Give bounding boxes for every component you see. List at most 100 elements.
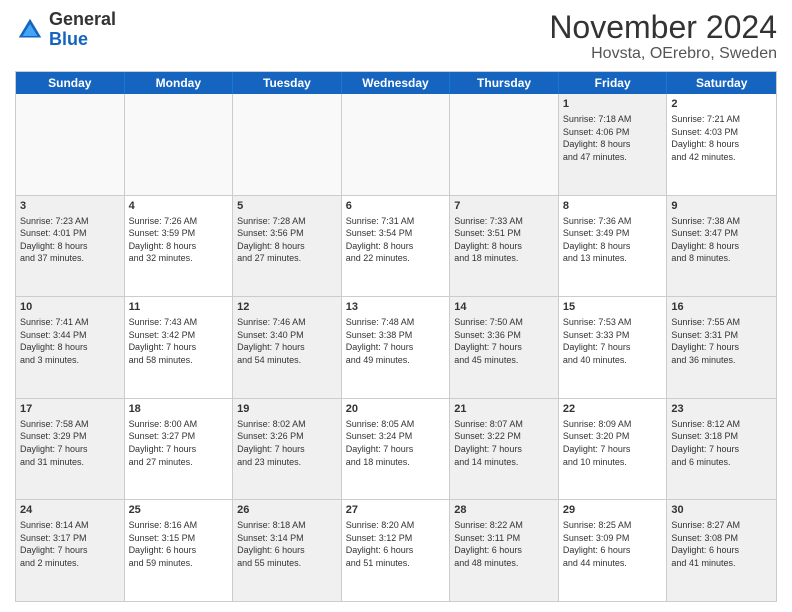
day-info: Sunrise: 8:16 AMSunset: 3:15 PMDaylight:… — [129, 519, 229, 569]
day-info: Sunrise: 7:28 AMSunset: 3:56 PMDaylight:… — [237, 215, 337, 265]
day-info: Sunrise: 7:31 AMSunset: 3:54 PMDaylight:… — [346, 215, 446, 265]
title-section: November 2024 Hovsta, OErebro, Sweden — [549, 10, 777, 63]
day-number: 15 — [563, 300, 663, 315]
day-number: 20 — [346, 402, 446, 417]
logo: General Blue — [15, 10, 116, 50]
day-cell-27: 27Sunrise: 8:20 AMSunset: 3:12 PMDayligh… — [342, 500, 451, 601]
day-cell-25: 25Sunrise: 8:16 AMSunset: 3:15 PMDayligh… — [125, 500, 234, 601]
header-day-friday: Friday — [559, 72, 668, 94]
day-number: 2 — [671, 97, 772, 112]
empty-cell-0-4 — [450, 94, 559, 195]
day-cell-6: 6Sunrise: 7:31 AMSunset: 3:54 PMDaylight… — [342, 196, 451, 297]
day-number: 5 — [237, 199, 337, 214]
day-info: Sunrise: 8:02 AMSunset: 3:26 PMDaylight:… — [237, 418, 337, 468]
calendar-row-3: 17Sunrise: 7:58 AMSunset: 3:29 PMDayligh… — [16, 398, 776, 500]
day-info: Sunrise: 7:36 AMSunset: 3:49 PMDaylight:… — [563, 215, 663, 265]
calendar-row-0: 1Sunrise: 7:18 AMSunset: 4:06 PMDaylight… — [16, 94, 776, 195]
day-info: Sunrise: 7:38 AMSunset: 3:47 PMDaylight:… — [671, 215, 772, 265]
day-number: 27 — [346, 503, 446, 518]
day-cell-28: 28Sunrise: 8:22 AMSunset: 3:11 PMDayligh… — [450, 500, 559, 601]
day-info: Sunrise: 8:07 AMSunset: 3:22 PMDaylight:… — [454, 418, 554, 468]
day-info: Sunrise: 7:26 AMSunset: 3:59 PMDaylight:… — [129, 215, 229, 265]
day-cell-2: 2Sunrise: 7:21 AMSunset: 4:03 PMDaylight… — [667, 94, 776, 195]
page: General Blue November 2024 Hovsta, OEreb… — [0, 0, 792, 612]
day-number: 18 — [129, 402, 229, 417]
day-number: 8 — [563, 199, 663, 214]
day-cell-30: 30Sunrise: 8:27 AMSunset: 3:08 PMDayligh… — [667, 500, 776, 601]
day-number: 9 — [671, 199, 772, 214]
day-number: 26 — [237, 503, 337, 518]
day-number: 4 — [129, 199, 229, 214]
logo-icon — [15, 15, 45, 45]
day-cell-15: 15Sunrise: 7:53 AMSunset: 3:33 PMDayligh… — [559, 297, 668, 398]
day-cell-8: 8Sunrise: 7:36 AMSunset: 3:49 PMDaylight… — [559, 196, 668, 297]
day-number: 21 — [454, 402, 554, 417]
day-cell-9: 9Sunrise: 7:38 AMSunset: 3:47 PMDaylight… — [667, 196, 776, 297]
day-number: 23 — [671, 402, 772, 417]
day-cell-29: 29Sunrise: 8:25 AMSunset: 3:09 PMDayligh… — [559, 500, 668, 601]
empty-cell-0-3 — [342, 94, 451, 195]
calendar-header: SundayMondayTuesdayWednesdayThursdayFrid… — [16, 72, 776, 94]
calendar: SundayMondayTuesdayWednesdayThursdayFrid… — [15, 71, 777, 602]
header-day-saturday: Saturday — [667, 72, 776, 94]
day-number: 17 — [20, 402, 120, 417]
empty-cell-0-0 — [16, 94, 125, 195]
day-cell-4: 4Sunrise: 7:26 AMSunset: 3:59 PMDaylight… — [125, 196, 234, 297]
day-info: Sunrise: 7:18 AMSunset: 4:06 PMDaylight:… — [563, 113, 663, 163]
day-number: 28 — [454, 503, 554, 518]
header-day-wednesday: Wednesday — [342, 72, 451, 94]
day-cell-16: 16Sunrise: 7:55 AMSunset: 3:31 PMDayligh… — [667, 297, 776, 398]
day-info: Sunrise: 8:27 AMSunset: 3:08 PMDaylight:… — [671, 519, 772, 569]
day-info: Sunrise: 7:50 AMSunset: 3:36 PMDaylight:… — [454, 316, 554, 366]
day-info: Sunrise: 7:55 AMSunset: 3:31 PMDaylight:… — [671, 316, 772, 366]
day-cell-11: 11Sunrise: 7:43 AMSunset: 3:42 PMDayligh… — [125, 297, 234, 398]
day-info: Sunrise: 8:05 AMSunset: 3:24 PMDaylight:… — [346, 418, 446, 468]
header-day-tuesday: Tuesday — [233, 72, 342, 94]
day-number: 22 — [563, 402, 663, 417]
day-info: Sunrise: 8:20 AMSunset: 3:12 PMDaylight:… — [346, 519, 446, 569]
header: General Blue November 2024 Hovsta, OEreb… — [15, 10, 777, 63]
day-cell-10: 10Sunrise: 7:41 AMSunset: 3:44 PMDayligh… — [16, 297, 125, 398]
day-cell-24: 24Sunrise: 8:14 AMSunset: 3:17 PMDayligh… — [16, 500, 125, 601]
day-number: 6 — [346, 199, 446, 214]
calendar-row-4: 24Sunrise: 8:14 AMSunset: 3:17 PMDayligh… — [16, 499, 776, 601]
empty-cell-0-2 — [233, 94, 342, 195]
day-info: Sunrise: 7:48 AMSunset: 3:38 PMDaylight:… — [346, 316, 446, 366]
calendar-body: 1Sunrise: 7:18 AMSunset: 4:06 PMDaylight… — [16, 94, 776, 601]
day-cell-1: 1Sunrise: 7:18 AMSunset: 4:06 PMDaylight… — [559, 94, 668, 195]
day-number: 19 — [237, 402, 337, 417]
day-info: Sunrise: 7:53 AMSunset: 3:33 PMDaylight:… — [563, 316, 663, 366]
day-info: Sunrise: 7:43 AMSunset: 3:42 PMDaylight:… — [129, 316, 229, 366]
day-number: 11 — [129, 300, 229, 315]
day-info: Sunrise: 7:46 AMSunset: 3:40 PMDaylight:… — [237, 316, 337, 366]
day-number: 7 — [454, 199, 554, 214]
day-cell-14: 14Sunrise: 7:50 AMSunset: 3:36 PMDayligh… — [450, 297, 559, 398]
day-info: Sunrise: 7:21 AMSunset: 4:03 PMDaylight:… — [671, 113, 772, 163]
day-number: 1 — [563, 97, 663, 112]
day-cell-5: 5Sunrise: 7:28 AMSunset: 3:56 PMDaylight… — [233, 196, 342, 297]
day-info: Sunrise: 7:23 AMSunset: 4:01 PMDaylight:… — [20, 215, 120, 265]
logo-blue: Blue — [49, 29, 88, 49]
day-cell-21: 21Sunrise: 8:07 AMSunset: 3:22 PMDayligh… — [450, 399, 559, 500]
day-info: Sunrise: 8:00 AMSunset: 3:27 PMDaylight:… — [129, 418, 229, 468]
calendar-row-2: 10Sunrise: 7:41 AMSunset: 3:44 PMDayligh… — [16, 296, 776, 398]
day-number: 14 — [454, 300, 554, 315]
day-info: Sunrise: 8:12 AMSunset: 3:18 PMDaylight:… — [671, 418, 772, 468]
day-cell-20: 20Sunrise: 8:05 AMSunset: 3:24 PMDayligh… — [342, 399, 451, 500]
header-day-sunday: Sunday — [16, 72, 125, 94]
day-number: 29 — [563, 503, 663, 518]
logo-general: General — [49, 9, 116, 29]
day-number: 13 — [346, 300, 446, 315]
calendar-row-1: 3Sunrise: 7:23 AMSunset: 4:01 PMDaylight… — [16, 195, 776, 297]
day-number: 10 — [20, 300, 120, 315]
logo-text: General Blue — [49, 10, 116, 50]
day-info: Sunrise: 7:33 AMSunset: 3:51 PMDaylight:… — [454, 215, 554, 265]
day-cell-7: 7Sunrise: 7:33 AMSunset: 3:51 PMDaylight… — [450, 196, 559, 297]
day-info: Sunrise: 7:41 AMSunset: 3:44 PMDaylight:… — [20, 316, 120, 366]
day-number: 16 — [671, 300, 772, 315]
day-info: Sunrise: 8:09 AMSunset: 3:20 PMDaylight:… — [563, 418, 663, 468]
day-info: Sunrise: 7:58 AMSunset: 3:29 PMDaylight:… — [20, 418, 120, 468]
day-cell-12: 12Sunrise: 7:46 AMSunset: 3:40 PMDayligh… — [233, 297, 342, 398]
header-day-thursday: Thursday — [450, 72, 559, 94]
day-cell-19: 19Sunrise: 8:02 AMSunset: 3:26 PMDayligh… — [233, 399, 342, 500]
